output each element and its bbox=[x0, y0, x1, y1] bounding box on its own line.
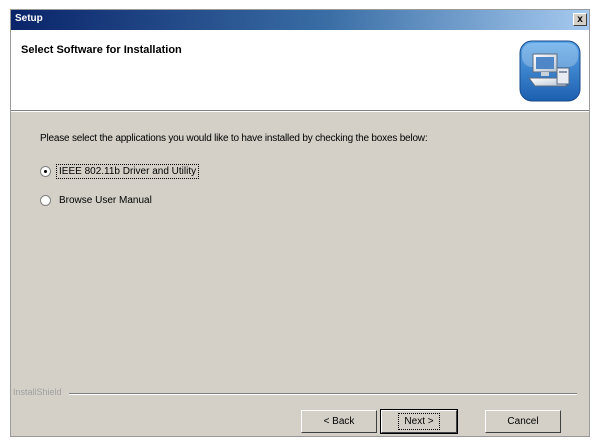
page-title: Select Software for Installation bbox=[21, 44, 182, 56]
close-icon: x bbox=[577, 14, 583, 25]
title-bar[interactable]: Setup x bbox=[11, 10, 589, 30]
next-button-label: Next > bbox=[398, 413, 440, 430]
header-divider bbox=[11, 111, 589, 112]
instruction-text: Please select the applications you would… bbox=[40, 133, 428, 144]
window-title: Setup bbox=[15, 13, 43, 24]
computer-install-icon bbox=[519, 40, 581, 102]
footer-divider bbox=[69, 393, 577, 395]
radio-selected-icon[interactable] bbox=[40, 165, 51, 177]
cancel-button-label: Cancel bbox=[507, 416, 539, 427]
installshield-brand: InstallShield bbox=[13, 387, 62, 397]
cancel-button[interactable]: Cancel bbox=[485, 410, 561, 433]
setup-dialog: Setup x Select Software for Installation bbox=[10, 9, 590, 437]
radio-unselected-icon[interactable] bbox=[40, 194, 51, 206]
back-button[interactable]: < Back bbox=[301, 410, 377, 433]
next-button[interactable]: Next > bbox=[380, 409, 458, 434]
back-button-label: < Back bbox=[323, 416, 355, 427]
close-button[interactable]: x bbox=[573, 13, 587, 26]
option-driver-utility[interactable]: IEEE 802.11b Driver and Utility bbox=[40, 163, 200, 179]
option-label[interactable]: Browse User Manual bbox=[57, 194, 154, 207]
option-user-manual[interactable]: Browse User Manual bbox=[40, 192, 154, 208]
wizard-header: Select Software for Installation bbox=[11, 30, 589, 111]
option-label[interactable]: IEEE 802.11b Driver and Utility bbox=[55, 163, 200, 179]
